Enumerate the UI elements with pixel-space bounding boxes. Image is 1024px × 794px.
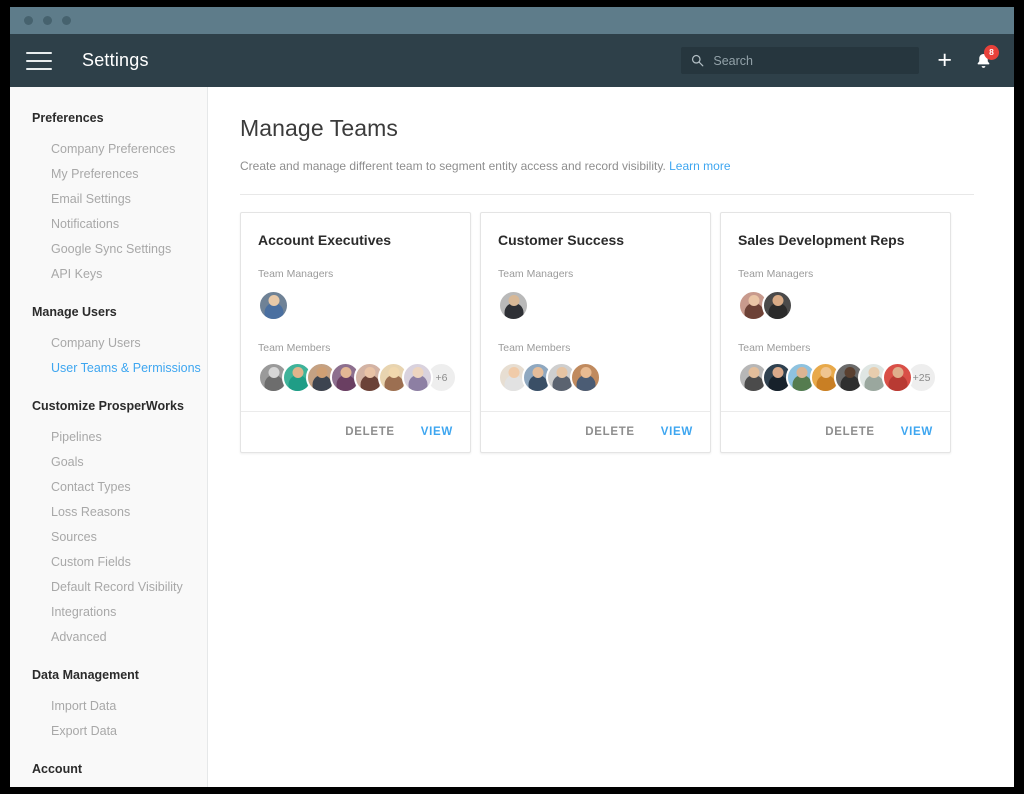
sidebar-item-export-data[interactable]: Export Data	[10, 719, 207, 744]
team-card-body: Customer Success Team Managers Team Member…	[481, 213, 710, 411]
team-card-body: Account Executives Team Managers Team Memb…	[241, 213, 470, 411]
team-members-avatars: +25	[738, 362, 937, 393]
learn-more-link[interactable]: Learn more	[669, 159, 730, 173]
sidebar-item-sources[interactable]: Sources	[10, 525, 207, 550]
sidebar-item-loss-reasons[interactable]: Loss Reasons	[10, 500, 207, 525]
sidebar-group-title: Account	[32, 762, 82, 776]
search-box[interactable]	[681, 47, 920, 74]
manager-avatar[interactable]	[258, 290, 289, 321]
member-avatar[interactable]	[402, 362, 433, 393]
delete-team-button[interactable]: DELETE	[585, 426, 635, 438]
sidebar-item-user-teams-permissions[interactable]: User Teams & Permissions	[10, 356, 207, 381]
sidebar-group-title: Data Management	[32, 668, 139, 682]
sidebar-item-default-record-visibility[interactable]: Default Record Visibility	[10, 575, 207, 600]
page-title: Settings	[82, 50, 149, 70]
content-subtitle-text: Create and manage different team to segm…	[240, 159, 666, 173]
team-managers-avatars	[498, 288, 693, 323]
main-content: Manage Teams Create and manage different…	[208, 87, 1014, 787]
team-name: Customer Success	[498, 232, 625, 248]
team-card: Account Executives Team Managers Team Memb…	[240, 212, 471, 453]
app-window: Settings + 8	[10, 7, 1014, 787]
team-name: Account Executives	[258, 232, 392, 248]
member-avatar[interactable]	[882, 362, 913, 393]
team-managers-avatars	[738, 288, 933, 323]
view-team-button[interactable]: VIEW	[421, 426, 453, 438]
team-card: Customer Success Team Managers Team Member…	[480, 212, 711, 453]
add-button[interactable]: +	[933, 48, 956, 73]
sidebar-item-pipelines[interactable]: Pipelines	[10, 425, 207, 450]
notification-badge: 8	[984, 44, 999, 60]
manager-avatar[interactable]	[498, 290, 529, 321]
sidebar-group-title: Preferences	[32, 111, 104, 125]
content-heading: Manage Teams	[240, 115, 399, 141]
window-titlebar	[10, 7, 1014, 34]
search-icon	[691, 54, 704, 67]
team-card-footer: DELETE VIEW	[721, 411, 950, 452]
search-input[interactable]	[713, 53, 910, 68]
delete-team-button[interactable]: DELETE	[345, 426, 395, 438]
delete-team-button[interactable]: DELETE	[825, 426, 875, 438]
sidebar-group-title: Manage Users	[32, 305, 117, 319]
team-members-avatars: +6	[258, 362, 457, 393]
team-members-label: Team Members	[258, 342, 331, 354]
sidebar-item-company-preferences[interactable]: Company Preferences	[10, 137, 207, 162]
hamburger-menu-icon[interactable]	[26, 51, 52, 70]
team-members-label: Team Members	[498, 342, 571, 354]
team-name: Sales Development Reps	[738, 232, 905, 248]
app-header: Settings + 8	[10, 34, 1014, 87]
team-card-footer: DELETE VIEW	[481, 411, 710, 452]
view-team-button[interactable]: VIEW	[661, 426, 693, 438]
team-members-avatars	[498, 362, 693, 393]
team-managers-label: Team Managers	[738, 268, 814, 280]
team-managers-label: Team Managers	[498, 268, 574, 280]
team-card: Sales Development Reps Team Managers Team …	[720, 212, 951, 453]
sidebar-item-contact-types[interactable]: Contact Types	[10, 475, 207, 500]
notifications-button[interactable]: 8	[970, 44, 999, 74]
member-avatar[interactable]	[570, 362, 601, 393]
window-minimize-button[interactable]	[43, 16, 52, 25]
team-card-footer: DELETE VIEW	[241, 411, 470, 452]
sidebar-item-goals[interactable]: Goals	[10, 450, 207, 475]
sidebar-group-title: Customize ProsperWorks	[32, 399, 184, 413]
app-body: Preferences Company Preferences My Prefere…	[10, 87, 1014, 787]
team-members-label: Team Members	[738, 342, 811, 354]
sidebar-item-company-users[interactable]: Company Users	[10, 331, 207, 356]
sidebar-item-notifications[interactable]: Notifications	[10, 212, 207, 237]
sidebar-item-api-keys[interactable]: API Keys	[10, 262, 207, 287]
sidebar-item-import-data[interactable]: Import Data	[10, 694, 207, 719]
sidebar-item-advanced[interactable]: Advanced	[10, 625, 207, 650]
sidebar-item-custom-fields[interactable]: Custom Fields	[10, 550, 207, 575]
settings-sidebar[interactable]: Preferences Company Preferences My Prefere…	[10, 87, 208, 787]
team-managers-avatars	[258, 288, 453, 323]
sidebar-item-integrations[interactable]: Integrations	[10, 600, 207, 625]
view-team-button[interactable]: VIEW	[901, 426, 933, 438]
content-subtitle: Create and manage different team to segm…	[240, 159, 974, 173]
team-card-list: Account Executives Team Managers Team Memb…	[240, 212, 974, 453]
sidebar-item-email-settings[interactable]: Email Settings	[10, 187, 207, 212]
manager-avatar[interactable]	[762, 290, 793, 321]
window-maximize-button[interactable]	[62, 16, 71, 25]
team-card-body: Sales Development Reps Team Managers Team …	[721, 213, 950, 411]
window-close-button[interactable]	[24, 16, 33, 25]
team-managers-label: Team Managers	[258, 268, 334, 280]
header-actions: + 8	[681, 44, 1000, 74]
content-divider	[240, 194, 974, 195]
sidebar-item-google-sync-settings[interactable]: Google Sync Settings	[10, 237, 207, 262]
sidebar-item-my-preferences[interactable]: My Preferences	[10, 162, 207, 187]
